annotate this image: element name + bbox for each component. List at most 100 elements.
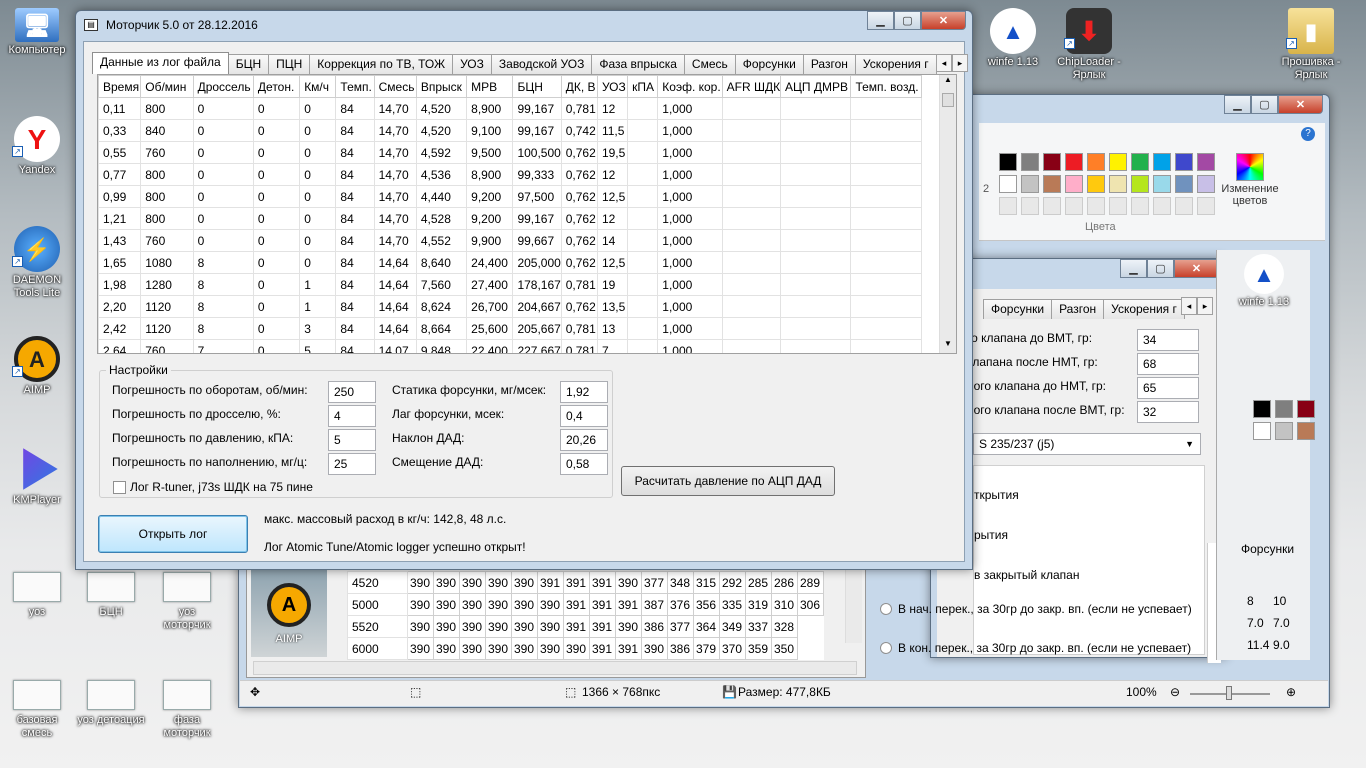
- valve-angle-input[interactable]: 34: [1137, 329, 1199, 351]
- table-cell[interactable]: 377: [641, 571, 668, 594]
- table-cell[interactable]: [780, 295, 852, 318]
- table-cell[interactable]: 4,520: [415, 97, 468, 120]
- close-button[interactable]: ✕: [1174, 259, 1219, 278]
- table-cell[interactable]: 0,742: [560, 119, 598, 142]
- empty-color-swatch[interactable]: [999, 197, 1017, 215]
- table-cell[interactable]: 0: [252, 317, 301, 340]
- table-cell[interactable]: 390: [459, 571, 486, 594]
- table-cell[interactable]: 0: [252, 207, 301, 230]
- table-cell[interactable]: [721, 163, 782, 186]
- table-cell[interactable]: 9,200: [466, 185, 514, 208]
- column-header[interactable]: Детон.: [252, 75, 301, 98]
- table-cell[interactable]: 364: [693, 615, 720, 638]
- table-cell[interactable]: 390: [511, 593, 538, 616]
- desktop-icon-file[interactable]: уоз детоация: [76, 680, 146, 727]
- column-header[interactable]: УОЗ: [596, 75, 629, 98]
- table-cell[interactable]: 84: [335, 207, 375, 230]
- table-cell[interactable]: 390: [459, 593, 486, 616]
- table-cell[interactable]: 84: [335, 317, 375, 340]
- column-header[interactable]: Впрыск: [415, 75, 468, 98]
- close-button[interactable]: ✕: [921, 11, 966, 30]
- table-cell[interactable]: [780, 207, 852, 230]
- table-cell[interactable]: 285: [745, 571, 772, 594]
- table-cell[interactable]: 0,11: [98, 97, 142, 120]
- table-cell[interactable]: 0: [252, 339, 301, 353]
- radio-button[interactable]: [880, 603, 892, 615]
- table-cell[interactable]: 760: [140, 229, 194, 252]
- desktop-icon-aimp[interactable]: A ↗ AIMP: [2, 336, 72, 397]
- column-header[interactable]: АЦП ДМРВ: [780, 75, 852, 98]
- table-cell[interactable]: [627, 185, 659, 208]
- color-swatch[interactable]: [1153, 153, 1171, 171]
- table-cell[interactable]: 205,000: [512, 251, 562, 274]
- desktop-icon-computer[interactable]: 🖥 Компьютер: [2, 8, 72, 57]
- color-swatch[interactable]: [1065, 153, 1083, 171]
- table-row[interactable]: 1,65 1080 8 0 0 84 14,64 8,640 24,400 205,000 0,76…: [98, 251, 922, 274]
- table-cell[interactable]: [850, 251, 922, 274]
- table-cell[interactable]: [627, 339, 659, 353]
- table-cell[interactable]: [850, 141, 922, 164]
- desktop-icon-daemon-tools[interactable]: ⚡ ↗ DAEMON Tools Lite: [2, 226, 72, 300]
- empty-color-swatch[interactable]: [1131, 197, 1149, 215]
- throttle-tolerance-input[interactable]: 4: [328, 405, 376, 427]
- table-cell[interactable]: 8,624: [415, 295, 468, 318]
- table-cell[interactable]: 390: [641, 637, 668, 660]
- color-swatch[interactable]: [1043, 175, 1061, 193]
- table-cell[interactable]: 1,000: [657, 339, 723, 353]
- table-cell[interactable]: 2,64: [98, 339, 142, 353]
- table-cell[interactable]: 376: [667, 593, 694, 616]
- table-cell[interactable]: 0: [252, 97, 301, 120]
- engine-select[interactable]: S 235/237 (j5) ▼: [973, 433, 1201, 455]
- table-cell[interactable]: 377: [667, 615, 694, 638]
- table-cell[interactable]: 391: [589, 615, 616, 638]
- table-cell[interactable]: [850, 229, 922, 252]
- table-cell[interactable]: 0: [252, 185, 301, 208]
- table-cell[interactable]: 11,5: [596, 119, 629, 142]
- table-cell[interactable]: [721, 273, 782, 296]
- desktop-icon-file[interactable]: фаза моторчик: [152, 680, 222, 740]
- table-cell[interactable]: 379: [693, 637, 720, 660]
- table-cell[interactable]: [780, 119, 852, 142]
- color-swatch[interactable]: [1253, 422, 1271, 440]
- table-cell[interactable]: [721, 339, 782, 353]
- table-cell[interactable]: 14,70: [373, 141, 417, 164]
- table-cell[interactable]: 84: [335, 251, 375, 274]
- table-cell[interactable]: 3: [299, 317, 337, 340]
- table-cell[interactable]: 0: [252, 273, 301, 296]
- color-swatch[interactable]: [1253, 400, 1271, 418]
- table-cell[interactable]: 390: [537, 637, 564, 660]
- table-cell[interactable]: 9,900: [466, 229, 514, 252]
- table-cell[interactable]: 24,400: [466, 251, 514, 274]
- table-cell[interactable]: 386: [641, 615, 668, 638]
- table-cell[interactable]: 4,552: [415, 229, 468, 252]
- table-row[interactable]: 1,98 1280 8 0 1 84 14,64 7,560 27,400 178,167 0,78…: [98, 273, 922, 296]
- table-cell[interactable]: 14,70: [373, 229, 417, 252]
- zoom-out-button[interactable]: ⊖: [1170, 681, 1180, 703]
- table-cell[interactable]: [780, 317, 852, 340]
- table-cell[interactable]: 84: [335, 295, 375, 318]
- tab-9[interactable]: Разгон: [802, 54, 856, 74]
- table-cell[interactable]: 1,43: [98, 229, 142, 252]
- table-cell[interactable]: 0,762: [560, 207, 598, 230]
- table-cell[interactable]: 800: [140, 97, 194, 120]
- color-swatch[interactable]: [1197, 153, 1215, 171]
- table-cell[interactable]: 1,000: [657, 273, 723, 296]
- color-swatch[interactable]: [999, 153, 1017, 171]
- valve-angle-input[interactable]: 68: [1137, 353, 1199, 375]
- table-cell[interactable]: 335: [719, 593, 746, 616]
- maximize-button[interactable]: ▢: [894, 11, 921, 30]
- desktop-icon-file[interactable]: уоз: [2, 572, 72, 619]
- table-cell[interactable]: 14,70: [373, 163, 417, 186]
- table-cell[interactable]: 1,000: [657, 251, 723, 274]
- color-swatch[interactable]: [1131, 175, 1149, 193]
- color-swatch[interactable]: [1275, 422, 1293, 440]
- table-cell[interactable]: [780, 251, 852, 274]
- tab-8[interactable]: Форсунки: [734, 54, 804, 74]
- table-cell[interactable]: 800: [140, 207, 194, 230]
- color-swatch[interactable]: [1175, 175, 1193, 193]
- minimize-button[interactable]: ▁: [1120, 259, 1147, 278]
- table-cell[interactable]: [627, 295, 659, 318]
- column-header[interactable]: Коэф. кор.: [657, 75, 723, 98]
- table-cell[interactable]: 800: [140, 185, 194, 208]
- table-cell[interactable]: 390: [537, 615, 564, 638]
